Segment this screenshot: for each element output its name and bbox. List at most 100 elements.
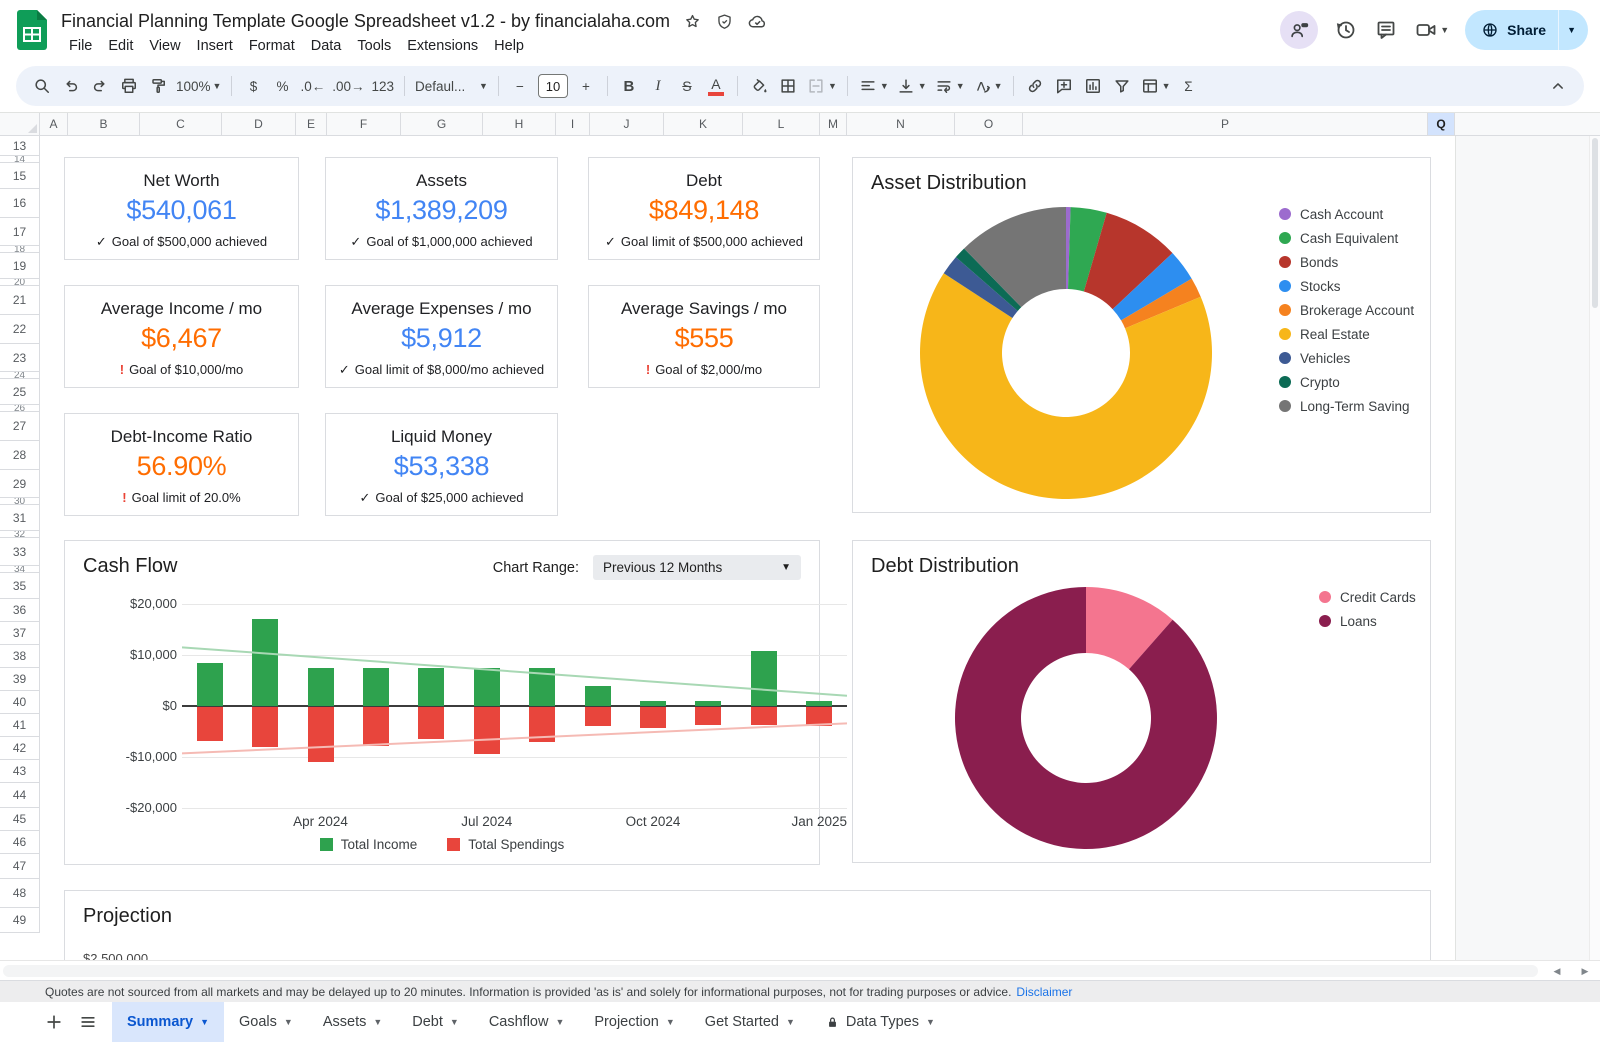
sheet-canvas[interactable]: Net Worth$540,061✓Goal of $500,000 achie… [40, 136, 1600, 960]
document-title[interactable]: Financial Planning Template Google Sprea… [61, 11, 670, 32]
decrease-decimals-button[interactable]: .0← [297, 72, 328, 100]
row-header-34[interactable]: 34 [0, 566, 40, 573]
paint-format-button[interactable] [144, 72, 172, 100]
fill-color-button[interactable] [745, 72, 773, 100]
cloud-saved-icon[interactable] [747, 11, 768, 32]
merge-cells-button[interactable]: ▼ [803, 72, 840, 100]
menu-data[interactable]: Data [303, 35, 350, 57]
tab-menu-caret[interactable]: ▼ [200, 1017, 209, 1027]
all-sheets-button[interactable] [78, 1012, 98, 1032]
format-percent-button[interactable]: % [268, 72, 296, 100]
sheet-tab-goals[interactable]: Goals▼ [224, 1002, 308, 1042]
row-header-47[interactable]: 47 [0, 854, 40, 879]
text-color-button[interactable]: A [702, 72, 730, 100]
share-button[interactable]: Share ▼ [1465, 10, 1588, 50]
sheet-tab-debt[interactable]: Debt▼ [397, 1002, 474, 1042]
text-rotation-button[interactable]: ▼ [969, 72, 1006, 100]
row-header-20[interactable]: 20 [0, 279, 40, 286]
meet-dropdown-caret[interactable]: ▼ [1440, 25, 1449, 35]
column-header-k[interactable]: K [664, 113, 743, 136]
italic-button[interactable]: I [644, 72, 672, 100]
menu-format[interactable]: Format [241, 35, 303, 57]
shield-check-icon[interactable] [715, 12, 734, 31]
column-header-f[interactable]: F [327, 113, 401, 136]
borders-button[interactable] [774, 72, 802, 100]
star-icon[interactable] [683, 12, 702, 31]
row-header-37[interactable]: 37 [0, 622, 40, 645]
row-header-42[interactable]: 42 [0, 737, 40, 760]
sheet-tab-summary[interactable]: Summary▼ [112, 1002, 224, 1042]
zoom-select[interactable]: 100%▼ [173, 72, 224, 100]
column-header-b[interactable]: B [68, 113, 140, 136]
increase-decimals-button[interactable]: .00→ [329, 72, 367, 100]
sheet-tab-data-types[interactable]: Data Types▼ [810, 1002, 950, 1042]
row-header-28[interactable]: 28 [0, 441, 40, 470]
column-header-e[interactable]: E [296, 113, 327, 136]
row-header-22[interactable]: 22 [0, 315, 40, 344]
row-header-35[interactable]: 35 [0, 573, 40, 599]
row-header-21[interactable]: 21 [0, 286, 40, 315]
row-header-46[interactable]: 46 [0, 831, 40, 854]
font-size-decrease-button[interactable]: − [506, 72, 534, 100]
functions-button[interactable]: Σ [1174, 72, 1202, 100]
collapse-toolbar-button[interactable] [1544, 72, 1572, 100]
column-header-p[interactable]: P [1023, 113, 1428, 136]
tab-menu-caret[interactable]: ▼ [555, 1017, 564, 1027]
column-header-h[interactable]: H [483, 113, 556, 136]
column-header-d[interactable]: D [222, 113, 296, 136]
row-header-29[interactable]: 29 [0, 470, 40, 498]
column-header-c[interactable]: C [140, 113, 222, 136]
horizontal-align-button[interactable]: ▼ [855, 72, 892, 100]
sheet-tab-assets[interactable]: Assets▼ [308, 1002, 397, 1042]
column-header-o[interactable]: O [955, 113, 1023, 136]
row-header-40[interactable]: 40 [0, 691, 40, 714]
insert-chart-button[interactable] [1079, 72, 1107, 100]
row-header-48[interactable]: 48 [0, 879, 40, 908]
font-size-increase-button[interactable]: + [572, 72, 600, 100]
row-header-15[interactable]: 15 [0, 163, 40, 189]
row-header-43[interactable]: 43 [0, 760, 40, 783]
tab-menu-caret[interactable]: ▼ [373, 1017, 382, 1027]
row-header-25[interactable]: 25 [0, 379, 40, 405]
tab-menu-caret[interactable]: ▼ [666, 1017, 675, 1027]
row-header-38[interactable]: 38 [0, 645, 40, 668]
column-header-a[interactable]: A [40, 113, 68, 136]
row-header-31[interactable]: 31 [0, 505, 40, 531]
row-header-41[interactable]: 41 [0, 714, 40, 737]
sheet-tab-projection[interactable]: Projection▼ [579, 1002, 689, 1042]
projection-panel[interactable]: Projection $2,500,000 [64, 890, 1431, 960]
insert-comment-button[interactable] [1050, 72, 1078, 100]
row-header-27[interactable]: 27 [0, 412, 40, 441]
tab-menu-caret[interactable]: ▼ [926, 1017, 935, 1027]
row-header-26[interactable]: 26 [0, 405, 40, 412]
row-header-17[interactable]: 17 [0, 218, 40, 246]
row-header-33[interactable]: 33 [0, 538, 40, 566]
column-header-j[interactable]: J [590, 113, 664, 136]
disclaimer-link[interactable]: Disclaimer [1016, 985, 1072, 999]
row-header-14[interactable]: 14 [0, 156, 40, 163]
tab-menu-caret[interactable]: ▼ [284, 1017, 293, 1027]
row-header-16[interactable]: 16 [0, 189, 40, 218]
sheets-logo-icon[interactable] [17, 10, 47, 55]
debt-distribution-panel[interactable]: Debt Distribution Credit CardsLoans [852, 540, 1431, 863]
menu-help[interactable]: Help [486, 35, 532, 57]
version-history-icon[interactable] [1334, 18, 1358, 42]
add-sheet-button[interactable] [44, 1012, 64, 1032]
row-header-19[interactable]: 19 [0, 253, 40, 279]
format-currency-button[interactable]: $ [239, 72, 267, 100]
scroll-right-icon[interactable]: ▶ [1576, 962, 1594, 980]
table-views-button[interactable]: ▼ [1137, 72, 1174, 100]
vertical-scrollbar[interactable] [1589, 136, 1600, 960]
row-header-24[interactable]: 24 [0, 372, 40, 379]
sheet-tab-get-started[interactable]: Get Started▼ [690, 1002, 810, 1042]
row-header-39[interactable]: 39 [0, 668, 40, 691]
bold-button[interactable]: B [615, 72, 643, 100]
column-header-m[interactable]: M [820, 113, 847, 136]
strikethrough-button[interactable]: S [673, 72, 701, 100]
menu-edit[interactable]: Edit [100, 35, 141, 57]
menu-view[interactable]: View [141, 35, 188, 57]
cash-flow-panel[interactable]: Cash Flow Chart Range: Previous 12 Month… [64, 540, 820, 865]
row-header-49[interactable]: 49 [0, 908, 40, 933]
menu-file[interactable]: File [61, 35, 100, 57]
text-wrap-button[interactable]: ▼ [931, 72, 968, 100]
